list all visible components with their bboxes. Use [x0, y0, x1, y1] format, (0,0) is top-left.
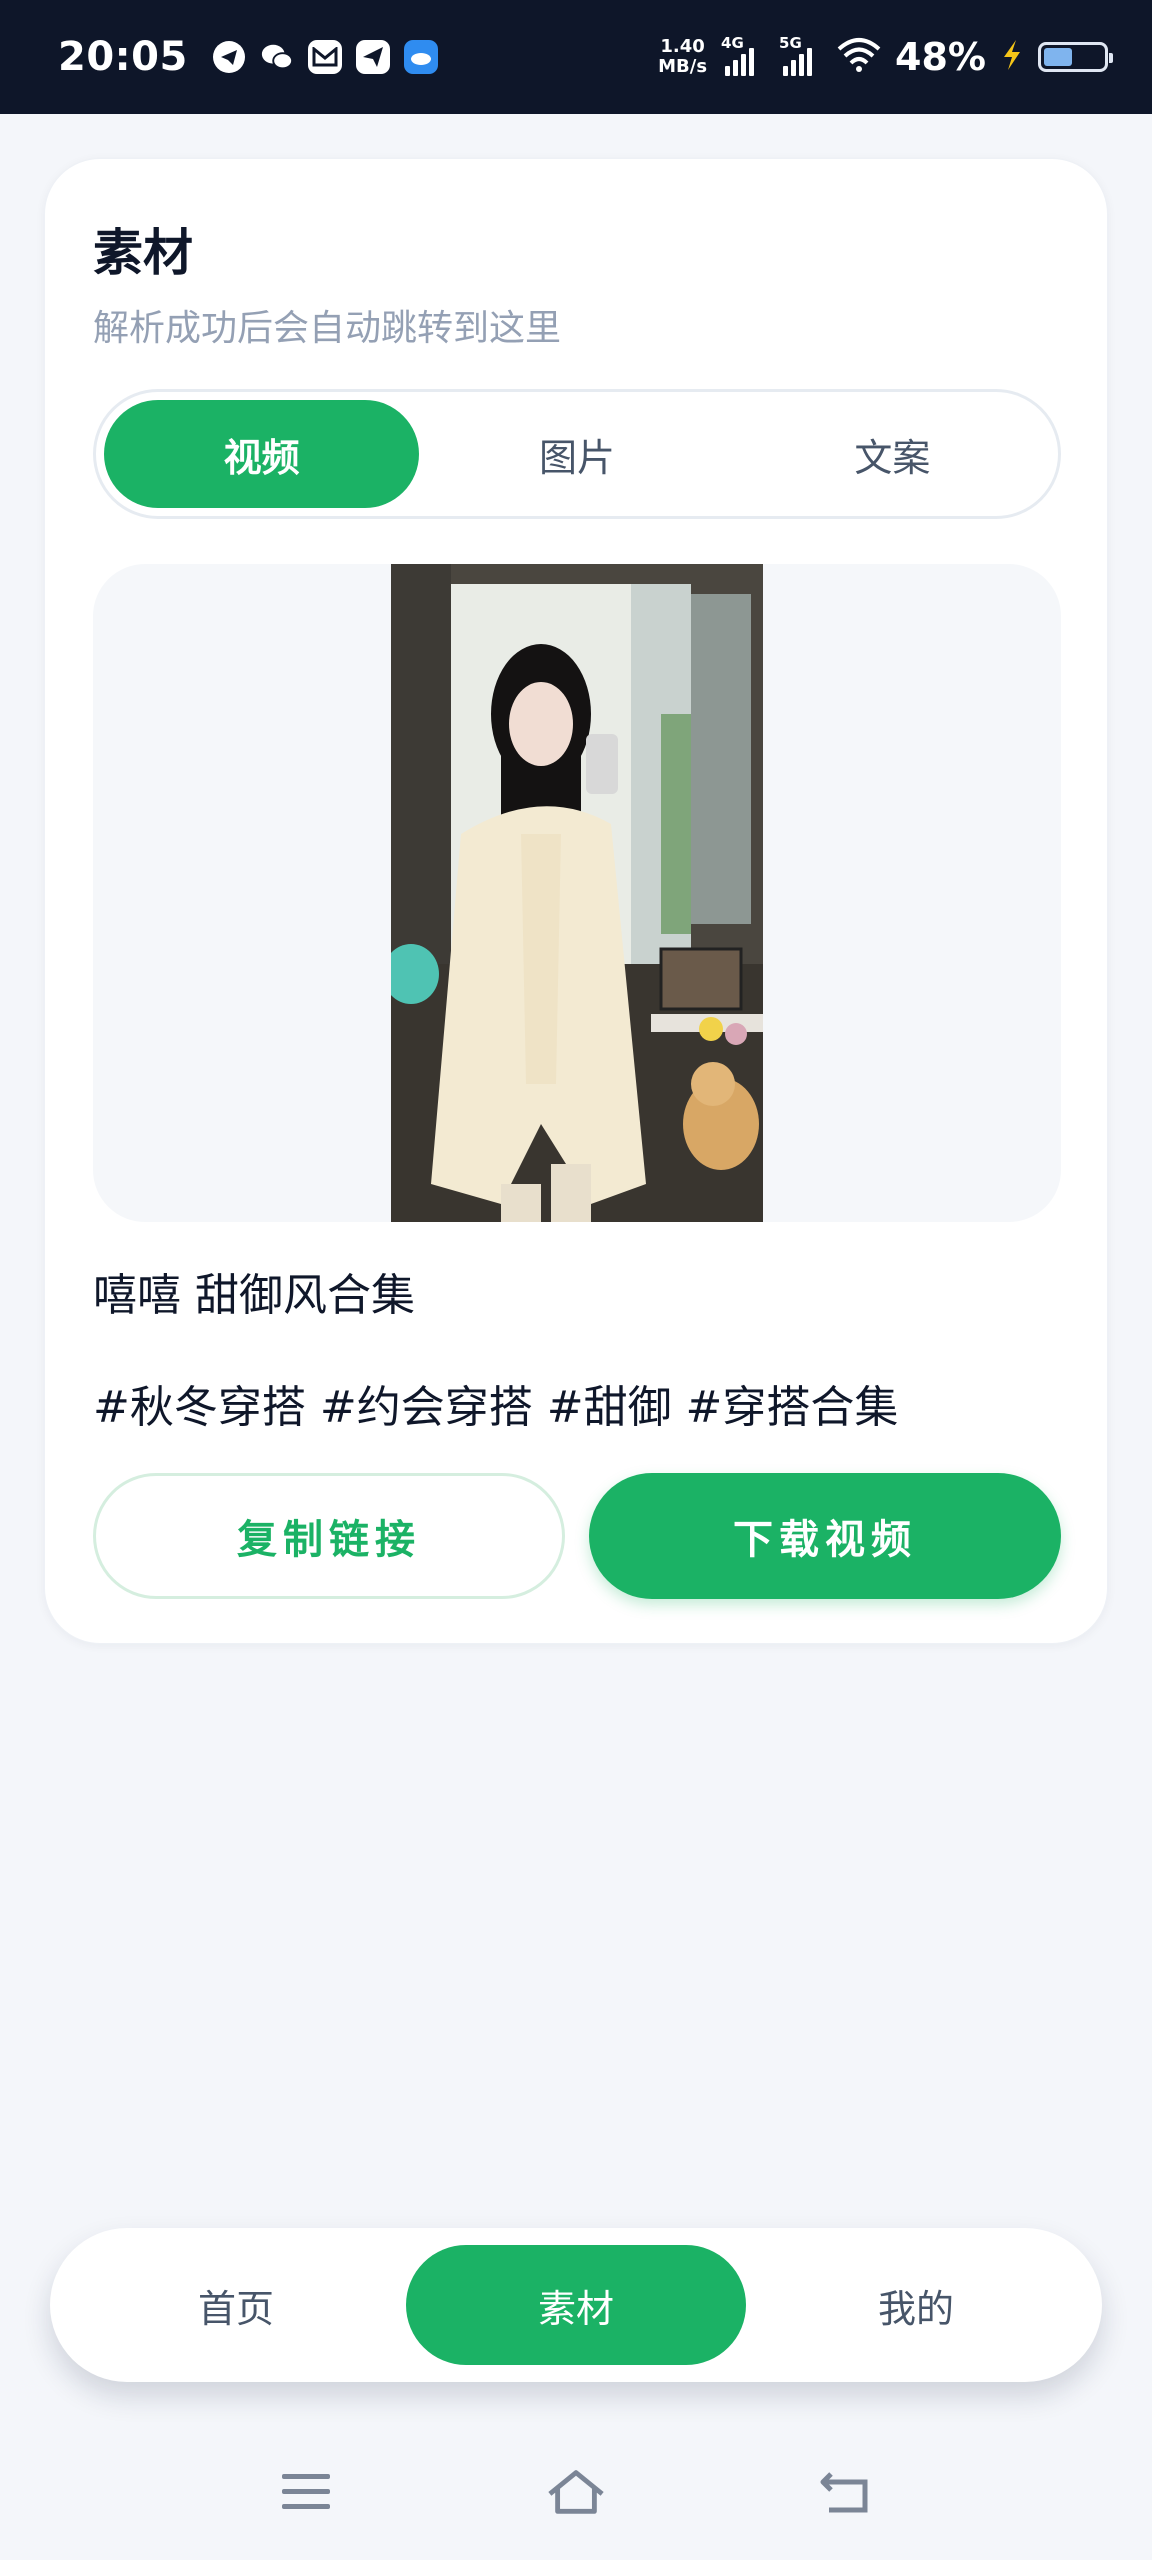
back-icon[interactable]: [816, 2462, 876, 2522]
status-bar: 20:05 1.40 MB/s 4G 5G 48%: [0, 0, 1152, 114]
charging-icon: [1000, 38, 1024, 76]
nav-profile[interactable]: 我的: [746, 2245, 1086, 2365]
system-nav-bar: [0, 2424, 1152, 2560]
tab-video[interactable]: 视频: [104, 400, 420, 508]
gmail-icon: [307, 40, 342, 74]
bottom-nav: 首页 素材 我的: [50, 2228, 1102, 2382]
battery-percent: 48%: [895, 35, 986, 79]
nav-material[interactable]: 素材: [406, 2245, 746, 2365]
nav-home[interactable]: 首页: [66, 2245, 406, 2365]
network-speed-unit: MB/s: [658, 56, 708, 77]
net-label-4g: 4G: [721, 34, 744, 52]
wechat-icon: [260, 40, 294, 74]
signal-5g-icon: 5G: [779, 34, 823, 76]
telegram-icon: [212, 40, 246, 74]
tab-copywriting[interactable]: 文案: [735, 400, 1050, 508]
cloud-app-icon: [403, 40, 438, 74]
send-icon: [355, 40, 390, 74]
net-label-5g: 5G: [779, 34, 802, 52]
page-subtitle: 解析成功后会自动跳转到这里: [93, 308, 562, 349]
tab-images[interactable]: 图片: [419, 400, 734, 508]
download-video-button[interactable]: 下载视频: [589, 1473, 1061, 1599]
media-type-tabs: 视频 图片 文案: [93, 389, 1061, 519]
status-bar-left: 20:05: [58, 34, 438, 80]
copy-link-button[interactable]: 复制链接: [93, 1473, 565, 1599]
network-speed: 1.40 MB/s: [658, 37, 707, 77]
menu-icon[interactable]: [276, 2462, 336, 2522]
status-time: 20:05: [58, 34, 188, 80]
signal-4g-icon: 4G: [721, 34, 765, 76]
post-hashtags: #秋冬穿搭 #约会穿搭 #甜御 #穿搭合集: [93, 1382, 899, 1433]
battery-fill: [1044, 48, 1072, 66]
material-card: 素材 解析成功后会自动跳转到这里 视频 图片 文案 嘻嘻 甜御风合集 #秋冬穿搭…: [44, 158, 1108, 1644]
network-speed-value: 1.40: [660, 36, 705, 57]
battery-icon: [1038, 42, 1113, 72]
wifi-icon: [837, 37, 881, 77]
status-bar-right: 1.40 MB/s 4G 5G 48%: [658, 34, 1113, 79]
page-title: 素材: [93, 224, 193, 282]
video-thumbnail[interactable]: [391, 564, 763, 1222]
post-title: 嘻嘻 甜御风合集: [93, 1270, 415, 1321]
video-preview[interactable]: [93, 564, 1061, 1222]
home-icon[interactable]: [546, 2462, 606, 2522]
